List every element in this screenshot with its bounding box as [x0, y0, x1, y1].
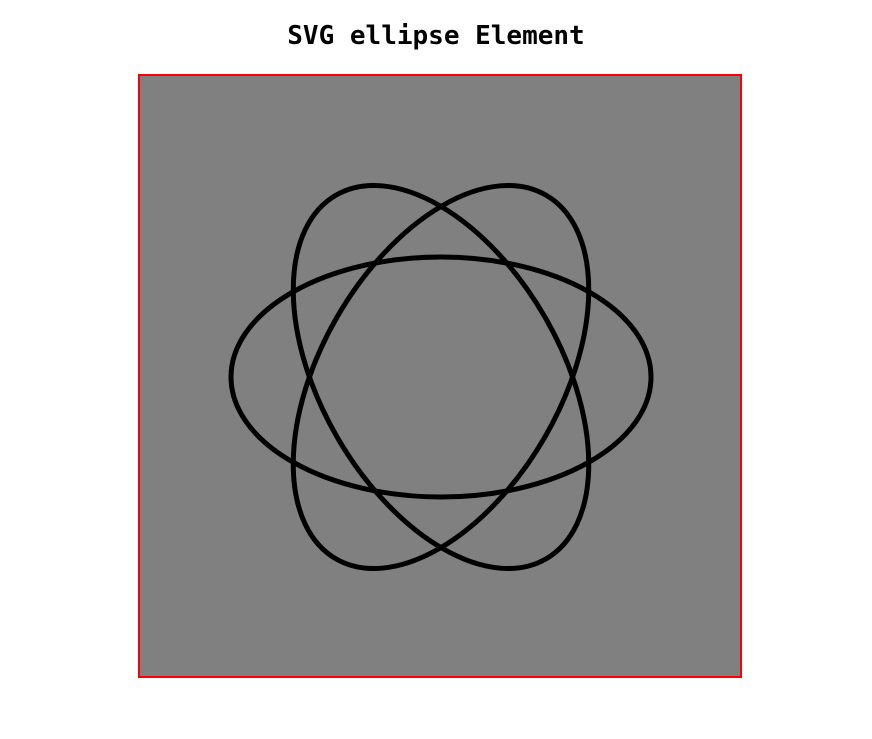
ellipse-drawing	[228, 182, 654, 572]
svg-canvas	[138, 74, 742, 678]
page-title: SVG ellipse Element	[287, 21, 585, 51]
page: SVG ellipse Element	[0, 0, 872, 739]
ellipse-3	[290, 182, 592, 572]
